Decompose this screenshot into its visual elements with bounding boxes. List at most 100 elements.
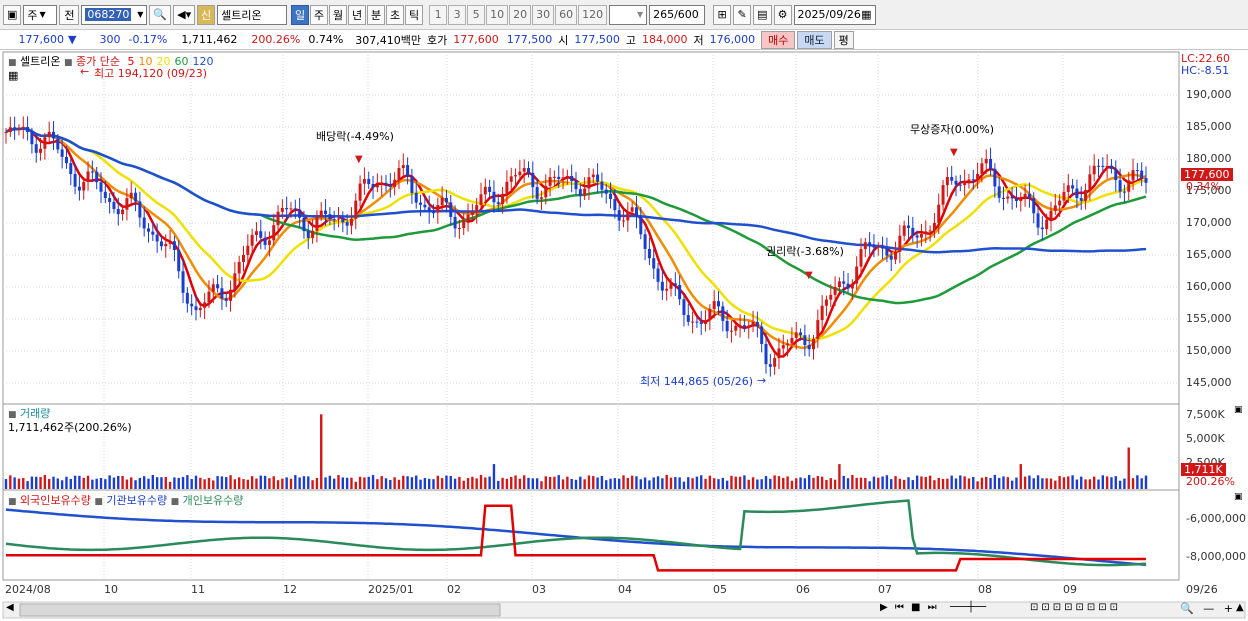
candle-body <box>34 144 38 153</box>
scroll-right-icon[interactable]: ▲ <box>1236 602 1244 613</box>
search-icon[interactable]: 🔍 <box>149 4 172 25</box>
candle-body <box>177 249 181 272</box>
vol-tick-2: 5,000K <box>1186 432 1225 445</box>
minute-tab[interactable]: 5 <box>467 4 486 25</box>
count-input[interactable]: 265/600 <box>649 4 706 25</box>
volume-bar <box>302 476 306 489</box>
volume-bar <box>622 475 625 489</box>
chart-canvas[interactable]: ← → ▼ ▼ ▼ <box>0 50 1248 621</box>
minute-tab[interactable]: 1 <box>429 4 448 25</box>
period-tab[interactable]: 일 <box>291 4 310 25</box>
minute-tab[interactable]: 60 <box>555 4 578 25</box>
volume-bar <box>721 477 725 489</box>
gear-icon[interactable]: ⚙ <box>773 4 792 25</box>
candle-body <box>280 207 284 212</box>
candle-body <box>229 289 233 301</box>
down-arrow-icon: ▼ <box>68 33 77 46</box>
volume-bar <box>289 478 293 489</box>
date-input[interactable]: 2025/09/26 ▦ <box>793 4 876 25</box>
period-tab[interactable]: 년 <box>348 4 367 25</box>
candle-body <box>1058 200 1062 206</box>
volume-bar <box>367 476 370 489</box>
indicator-icon[interactable]: ⊞ <box>713 4 732 25</box>
volume-bar <box>535 478 539 489</box>
candle-body <box>993 168 997 187</box>
volume-bar <box>756 479 759 489</box>
volume-bar <box>108 475 111 489</box>
minute-tab[interactable]: 120 <box>578 4 608 25</box>
layout-icon[interactable]: ▣ <box>3 4 22 25</box>
candle-body <box>773 358 777 367</box>
volume-bar <box>855 477 858 489</box>
x-tick: 09 <box>1063 583 1077 596</box>
candle-body <box>531 172 535 188</box>
candle-body <box>181 271 185 293</box>
minute-tab[interactable]: 3 <box>448 4 467 25</box>
candle-body <box>548 177 552 186</box>
panel-close-icon[interactable]: ▣ <box>1234 405 1243 415</box>
candle-body <box>941 185 945 205</box>
buy-button[interactable]: 매수 <box>761 30 796 49</box>
stock-type-select[interactable]: 주 ▼ <box>23 4 58 25</box>
candle-body <box>695 321 699 323</box>
avg-button[interactable]: 평 <box>833 30 854 49</box>
period-tab[interactable]: 초 <box>386 4 405 25</box>
low-arrow-icon: → <box>757 374 766 387</box>
period-tab[interactable]: 주 <box>310 4 329 25</box>
zoom-slider[interactable]: ───┼── <box>950 602 986 613</box>
candle-body <box>717 301 720 307</box>
candle-body <box>121 209 125 215</box>
candle-body <box>708 309 712 321</box>
chart-type-icon[interactable]: ▦ <box>8 69 18 82</box>
sell-button[interactable]: 매도 <box>797 30 832 49</box>
volume-bar <box>1049 478 1053 489</box>
period-tab[interactable]: 분 <box>367 4 386 25</box>
volume-bar <box>177 477 180 489</box>
volume-bar <box>384 478 388 489</box>
period-tab[interactable]: 월 <box>329 4 348 25</box>
volume-bar <box>557 475 560 489</box>
sound-icon[interactable]: ◀▾ <box>173 4 196 25</box>
scrollbar-thumb[interactable] <box>19 603 501 617</box>
volume-bar <box>877 477 880 489</box>
candle-body <box>1071 185 1075 189</box>
candle-body <box>630 207 634 212</box>
volume-bar <box>691 478 694 489</box>
candle-body <box>168 241 172 244</box>
volume-bar <box>462 480 465 489</box>
minute-tab[interactable]: 10 <box>486 4 509 25</box>
volume-bar <box>773 475 776 489</box>
market-button[interactable]: 전 <box>59 4 80 25</box>
volume-bar <box>91 479 94 489</box>
panel-icon: ■ <box>64 58 73 68</box>
volume-bar <box>898 478 902 489</box>
candle-body <box>557 176 561 179</box>
candle-body <box>1027 193 1031 199</box>
foreign-legend: 외국인보유수량 <box>20 494 91 507</box>
volume-bar <box>39 477 42 489</box>
stock-code-input[interactable]: 068270 ▼ <box>81 4 148 25</box>
playback-controls[interactable]: ▶ ⏮ ■ ⏭ <box>880 602 939 613</box>
period-tab[interactable]: 틱 <box>405 4 424 25</box>
tool-icons[interactable]: ⊡⊡⊡⊡⊡⊡⊡⊡ <box>1030 602 1121 613</box>
candle-body <box>211 284 215 292</box>
zoom-icons[interactable]: 🔍 — + <box>1180 602 1236 615</box>
candle-body <box>971 179 975 181</box>
minute-tab[interactable]: 30 <box>532 4 555 25</box>
volume-bar <box>285 477 288 489</box>
volume-bar <box>82 477 85 489</box>
scroll-left-icon[interactable]: ◀ <box>6 602 14 613</box>
panel-close-icon[interactable]: ▣ <box>1234 492 1243 502</box>
draw-icon[interactable]: ✎ <box>733 4 752 25</box>
interval-select[interactable]: ▼ <box>609 4 648 25</box>
volume-bar <box>484 477 487 489</box>
save-icon[interactable]: ▤ <box>753 4 772 25</box>
candle-body <box>600 181 604 190</box>
stock-name-field[interactable]: 셀트리온 <box>217 4 288 25</box>
candle-body <box>824 299 828 306</box>
candle-body <box>444 197 448 203</box>
minute-tab[interactable]: 20 <box>509 4 532 25</box>
candle-body <box>95 171 99 183</box>
x-tick: 05 <box>713 583 727 596</box>
volume-bar <box>242 479 245 489</box>
